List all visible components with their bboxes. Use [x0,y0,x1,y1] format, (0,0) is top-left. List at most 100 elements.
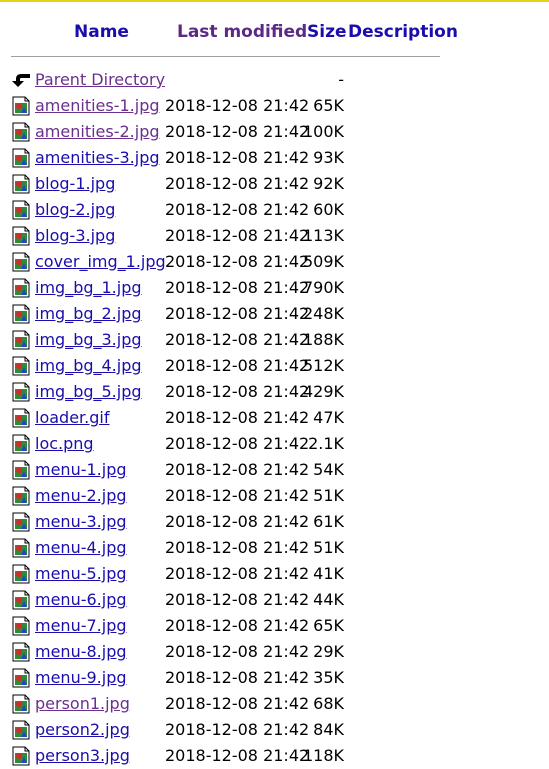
file-size: 54K [313,460,344,479]
file-modified-date: 2018-12-08 21:42 [165,304,310,323]
file-row: menu-8.jpg 2018-12-08 21:42 29K [0,639,549,665]
file-modified-date: 2018-12-08 21:42 [165,226,310,245]
file-link[interactable]: amenities-3.jpg [35,145,160,171]
image-file-icon [12,226,30,246]
back-arrow-icon [12,74,30,87]
file-size: 2.1K [308,434,344,453]
file-link[interactable]: menu-7.jpg [35,613,127,639]
file-modified-date: 2018-12-08 21:42 [165,122,310,141]
file-modified-date: 2018-12-08 21:42 [165,486,310,505]
file-link[interactable]: img_bg_2.jpg [35,301,142,327]
file-size: 188K [302,330,344,349]
file-link[interactable]: person2.jpg [35,717,130,743]
file-size: 44K [313,590,344,609]
file-size: 51K [313,486,344,505]
file-size: 65K [313,96,344,115]
image-file-icon [12,304,30,324]
file-link[interactable]: menu-3.jpg [35,509,127,535]
file-size: 65K [313,616,344,635]
image-file-icon [12,668,30,688]
file-link[interactable]: amenities-2.jpg [35,119,160,145]
file-modified-date: 2018-12-08 21:42 [165,434,310,453]
file-link[interactable]: img_bg_1.jpg [35,275,142,301]
image-file-icon [12,694,30,714]
file-modified-date: 2018-12-08 21:42 [165,512,310,531]
file-row: blog-3.jpg 2018-12-08 21:42 113K [0,223,549,249]
file-row: menu-4.jpg 2018-12-08 21:42 51K [0,535,549,561]
file-link[interactable]: cover_img_1.jpg [35,249,166,275]
file-modified-date: 2018-12-08 21:42 [165,616,310,635]
image-file-icon [12,408,30,428]
image-file-icon [12,356,30,376]
file-link[interactable]: img_bg_5.jpg [35,379,142,405]
image-file-icon [12,590,30,610]
file-link[interactable]: blog-2.jpg [35,197,115,223]
file-row: menu-9.jpg 2018-12-08 21:42 35K [0,665,549,691]
image-file-icon [12,200,30,220]
sort-by-size-link[interactable]: Size [307,19,347,45]
file-link[interactable]: img_bg_4.jpg [35,353,142,379]
file-size: 68K [313,694,344,713]
file-modified-date: 2018-12-08 21:42 [165,590,310,609]
file-modified-date: 2018-12-08 21:42 [165,252,310,271]
sort-by-name-link[interactable]: Name [74,19,129,45]
file-modified-date: 2018-12-08 21:42 [165,200,310,219]
file-link[interactable]: menu-5.jpg [35,561,127,587]
file-link[interactable]: blog-1.jpg [35,171,115,197]
file-row: blog-2.jpg 2018-12-08 21:42 60K [0,197,549,223]
file-modified-date: 2018-12-08 21:42 [165,642,310,661]
image-file-icon [12,252,30,272]
file-modified-date: 2018-12-08 21:42 [165,668,310,687]
file-modified-date: 2018-12-08 21:42 [165,330,310,349]
parent-directory-row: Parent Directory - [0,67,549,93]
file-size: 118K [302,746,344,765]
file-modified-date: 2018-12-08 21:42 [165,720,310,739]
file-row: menu-5.jpg 2018-12-08 21:42 41K [0,561,549,587]
file-size: - [338,70,344,89]
file-size: 84K [313,720,344,739]
sort-by-description-link[interactable]: Description [348,19,458,45]
file-link[interactable]: menu-6.jpg [35,587,127,613]
image-file-icon [12,174,30,194]
file-link[interactable]: menu-2.jpg [35,483,127,509]
file-size: 248K [302,304,344,323]
image-file-icon [12,564,30,584]
image-file-icon [12,96,30,116]
file-modified-date: 2018-12-08 21:42 [165,408,310,427]
file-link[interactable]: menu-9.jpg [35,665,127,691]
file-link[interactable]: loader.gif [35,405,109,431]
image-file-icon [12,278,30,298]
file-row: menu-6.jpg 2018-12-08 21:42 44K [0,587,549,613]
file-link[interactable]: menu-8.jpg [35,639,127,665]
file-link[interactable]: loc.png [35,431,94,457]
file-link[interactable]: menu-4.jpg [35,535,127,561]
file-link[interactable]: img_bg_3.jpg [35,327,142,353]
file-link[interactable]: blog-3.jpg [35,223,115,249]
file-size: 61K [313,512,344,531]
image-file-icon [12,460,30,480]
image-file-icon [12,538,30,558]
file-size: 41K [313,564,344,583]
file-size: 93K [313,148,344,167]
file-row: loc.png 2018-12-08 21:42 2.1K [0,431,549,457]
file-modified-date: 2018-12-08 21:42 [165,382,310,401]
image-file-icon [12,720,30,740]
file-row: menu-2.jpg 2018-12-08 21:42 51K [0,483,549,509]
file-row: img_bg_3.jpg 2018-12-08 21:42 188K [0,327,549,353]
file-row: amenities-3.jpg 2018-12-08 21:42 93K [0,145,549,171]
parent-directory-link[interactable]: Parent Directory [35,67,165,93]
file-link[interactable]: person1.jpg [35,691,130,717]
file-row: img_bg_4.jpg 2018-12-08 21:42 512K [0,353,549,379]
file-link[interactable]: person3.jpg [35,743,130,769]
file-size: 429K [302,382,344,401]
file-modified-date: 2018-12-08 21:42 [165,278,310,297]
file-link[interactable]: menu-1.jpg [35,457,127,483]
file-modified-date: 2018-12-08 21:42 [165,564,310,583]
file-modified-date: 2018-12-08 21:42 [165,694,310,713]
file-modified-date: 2018-12-08 21:42 [165,96,310,115]
file-row: menu-3.jpg 2018-12-08 21:42 61K [0,509,549,535]
file-link[interactable]: amenities-1.jpg [35,93,160,119]
file-row: loader.gif 2018-12-08 21:42 47K [0,405,549,431]
sort-by-last-modified-link[interactable]: Last modified [177,19,307,45]
file-size: 51K [313,538,344,557]
